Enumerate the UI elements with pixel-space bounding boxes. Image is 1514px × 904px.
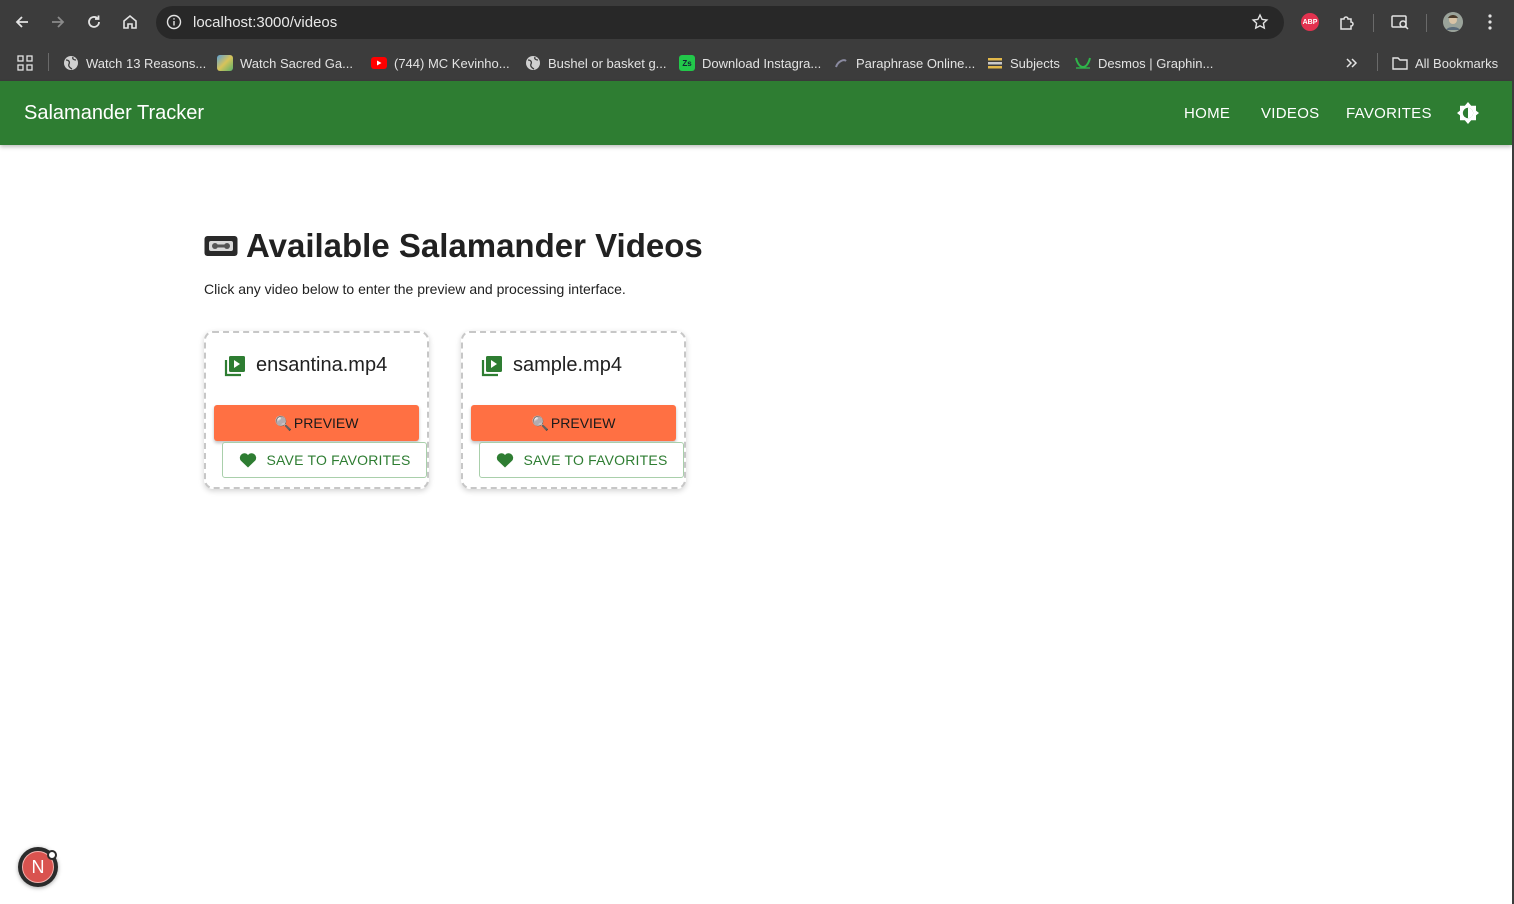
bookmark-label: Watch Sacred Ga... bbox=[240, 55, 353, 71]
forward-button[interactable] bbox=[46, 10, 70, 34]
videocassette-icon bbox=[204, 236, 238, 256]
bookmark-label: Watch 13 Reasons... bbox=[86, 55, 207, 71]
adblock-extension-icon[interactable]: ABP bbox=[1301, 13, 1319, 31]
save-to-favorites-button[interactable]: SAVE TO FAVORITES bbox=[479, 442, 684, 478]
desmos-favicon bbox=[1075, 55, 1091, 71]
forward-arrow-icon bbox=[52, 16, 65, 28]
magnifier-icon: 🔍 bbox=[531, 414, 549, 431]
map-favicon bbox=[217, 55, 233, 71]
app-title[interactable]: Salamander Tracker bbox=[24, 102, 204, 125]
bookmark-label: Subjects bbox=[1010, 55, 1060, 71]
page-subtitle: Click any video below to enter the previ… bbox=[204, 281, 626, 297]
home-icon bbox=[123, 14, 137, 29]
site-info-icon[interactable] bbox=[164, 12, 184, 32]
toolbar-divider bbox=[1373, 14, 1374, 32]
heart-icon bbox=[239, 453, 256, 468]
heart-icon bbox=[496, 453, 513, 468]
url-text[interactable]: localhost:3000/videos bbox=[193, 14, 337, 31]
preview-button[interactable]: 🔍 PREVIEW bbox=[214, 405, 419, 441]
bookmark-label: (744) MC Kevinho... bbox=[394, 55, 510, 71]
globe-icon bbox=[525, 55, 541, 71]
bookmark-label: Desmos | Graphin... bbox=[1098, 55, 1214, 71]
home-button[interactable] bbox=[118, 10, 142, 34]
app-bar: Salamander Tracker HOME VIDEOS FAVORITES bbox=[0, 81, 1512, 145]
more-bookmarks-chevron-icon[interactable] bbox=[1344, 53, 1358, 73]
reload-icon bbox=[88, 15, 100, 28]
paraphrase-favicon bbox=[833, 55, 849, 71]
video-card-header: ensantina.mp4 bbox=[224, 354, 387, 377]
nav-home[interactable]: HOME bbox=[1184, 105, 1230, 122]
browser-toolbar: localhost:3000/videos ABP bbox=[0, 0, 1514, 44]
bookmarks-bar: Watch 13 Reasons... Watch Sacred Ga... (… bbox=[0, 44, 1514, 81]
bookmark-item[interactable]: Subjects bbox=[987, 53, 1060, 73]
address-bar[interactable]: localhost:3000/videos bbox=[156, 6, 1284, 39]
preview-button[interactable]: 🔍 PREVIEW bbox=[471, 405, 676, 441]
reload-button[interactable] bbox=[82, 10, 106, 34]
video-card[interactable]: ensantina.mp4 🔍 PREVIEW SAVE TO FAVORITE… bbox=[204, 331, 429, 489]
preview-label: PREVIEW bbox=[293, 415, 359, 431]
dev-badge-letter: N bbox=[31, 856, 45, 877]
bookmark-item[interactable]: Zs Download Instagra... bbox=[679, 53, 821, 73]
bookmarks-divider bbox=[48, 53, 49, 71]
bookmark-item[interactable]: Desmos | Graphin... bbox=[1075, 53, 1213, 73]
browser-menu-icon[interactable] bbox=[1479, 11, 1501, 33]
favorite-label: SAVE TO FAVORITES bbox=[266, 452, 411, 468]
video-filename[interactable]: ensantina.mp4 bbox=[256, 354, 387, 377]
subjects-favicon bbox=[987, 55, 1003, 71]
nav-videos[interactable]: VIDEOS bbox=[1261, 105, 1319, 122]
bookmark-item[interactable]: Paraphrase Online... bbox=[833, 53, 975, 73]
apps-grid-icon[interactable] bbox=[17, 53, 33, 73]
bookmark-label: Download Instagra... bbox=[702, 55, 822, 71]
bookmarks-divider bbox=[1377, 53, 1378, 71]
bookmark-item[interactable]: (744) MC Kevinho... bbox=[371, 53, 510, 73]
video-card-header: sample.mp4 bbox=[481, 354, 622, 377]
nav-favorites[interactable]: FAVORITES bbox=[1346, 105, 1432, 122]
back-arrow-icon bbox=[15, 16, 28, 28]
dev-badge-status-dot bbox=[47, 850, 57, 860]
back-button[interactable] bbox=[10, 10, 34, 34]
youtube-icon bbox=[371, 55, 387, 71]
bookmark-item[interactable]: Bushel or basket g... bbox=[525, 53, 667, 73]
theme-toggle-icon[interactable] bbox=[1456, 101, 1480, 125]
video-card[interactable]: sample.mp4 🔍 PREVIEW SAVE TO FAVORITES bbox=[461, 331, 686, 489]
page-title: Available Salamander Videos bbox=[204, 226, 703, 266]
bookmark-item[interactable]: Watch 13 Reasons... bbox=[63, 53, 206, 73]
browser-chrome: localhost:3000/videos ABP Watch 13 Reaso… bbox=[0, 0, 1514, 81]
favorite-label: SAVE TO FAVORITES bbox=[523, 452, 668, 468]
magnifier-icon: 🔍 bbox=[274, 414, 292, 431]
globe-icon bbox=[63, 55, 79, 71]
toolbar-divider bbox=[1426, 14, 1427, 32]
adblock-label: ABP bbox=[1302, 18, 1318, 26]
bookmark-item[interactable]: Watch Sacred Ga... bbox=[217, 53, 353, 73]
video-library-icon bbox=[224, 355, 245, 376]
bookmark-star-icon[interactable] bbox=[1250, 12, 1270, 32]
bookmark-label: Paraphrase Online... bbox=[856, 55, 976, 71]
page-heading: Available Salamander Videos bbox=[246, 227, 703, 264]
video-filename[interactable]: sample.mp4 bbox=[513, 354, 622, 377]
bookmark-label: Bushel or basket g... bbox=[548, 55, 667, 71]
folder-icon bbox=[1392, 55, 1408, 71]
zs-favicon: Zs bbox=[679, 55, 695, 71]
all-bookmarks-label: All Bookmarks bbox=[1415, 55, 1499, 71]
profile-avatar[interactable] bbox=[1443, 12, 1463, 32]
tab-search-icon[interactable] bbox=[1389, 11, 1411, 33]
video-library-icon bbox=[481, 355, 502, 376]
save-to-favorites-button[interactable]: SAVE TO FAVORITES bbox=[222, 442, 427, 478]
preview-label: PREVIEW bbox=[550, 415, 616, 431]
all-bookmarks-button[interactable]: All Bookmarks bbox=[1392, 53, 1498, 73]
extensions-puzzle-icon[interactable] bbox=[1336, 11, 1358, 33]
